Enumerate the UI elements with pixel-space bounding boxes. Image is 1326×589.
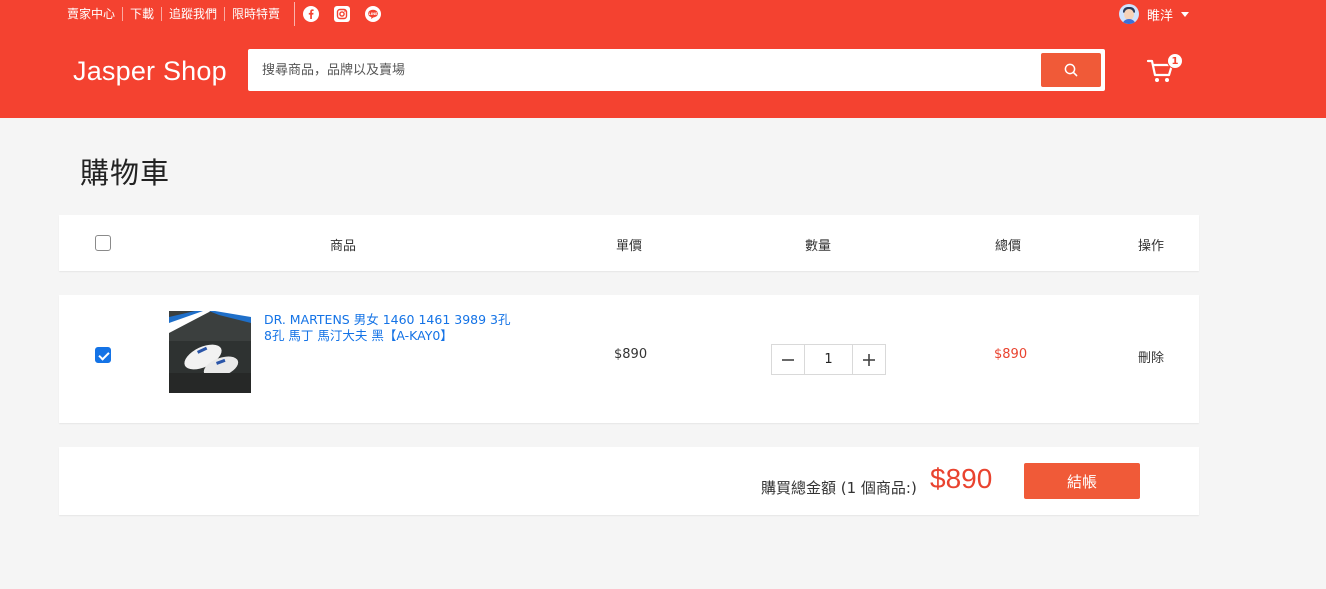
site-logo[interactable]: Jasper Shop bbox=[73, 56, 227, 87]
product-name-link[interactable]: DR. MARTENS 男女 1460 1461 3989 3孔 8孔 馬丁 馬… bbox=[264, 312, 519, 344]
flash-sale-link[interactable]: 限時特賣 bbox=[225, 7, 294, 21]
delete-item-button[interactable]: 刪除 bbox=[1138, 347, 1164, 366]
header-product: 商品 bbox=[330, 239, 357, 254]
increase-quantity-button[interactable] bbox=[853, 345, 885, 374]
total-amount: $890 bbox=[930, 463, 993, 494]
item-unit-price: $890 bbox=[614, 347, 648, 362]
header-quantity: 數量 bbox=[805, 239, 832, 254]
caret-down-icon bbox=[1181, 11, 1190, 17]
page-title: 購物車 bbox=[80, 156, 171, 190]
quantity-stepper: 1 bbox=[771, 344, 886, 375]
header-action: 操作 bbox=[1138, 239, 1165, 254]
search-button[interactable] bbox=[1041, 53, 1101, 87]
minus-icon bbox=[782, 358, 794, 361]
total-amount-label: 購買總金額 (1 個商品:) bbox=[761, 479, 917, 497]
facebook-icon[interactable] bbox=[303, 6, 320, 22]
checkout-button[interactable]: 結帳 bbox=[1024, 463, 1140, 499]
user-menu[interactable]: 睢洋 bbox=[1119, 4, 1190, 24]
username: 睢洋 bbox=[1147, 8, 1174, 24]
cart-table-header: 商品 單價 數量 總價 操作 bbox=[59, 215, 1199, 271]
quantity-value[interactable]: 1 bbox=[804, 345, 853, 374]
header-unit-price: 單價 bbox=[616, 239, 643, 254]
site-header: 賣家中心 下載 追蹤我們 限時特賣 LINE 睢洋 Jasper Shop 搜尋… bbox=[0, 0, 1326, 118]
select-all-checkbox[interactable] bbox=[95, 235, 111, 251]
product-thumbnail[interactable] bbox=[169, 311, 251, 393]
line-icon[interactable]: LINE bbox=[365, 6, 382, 22]
avatar bbox=[1119, 4, 1139, 24]
cart-item-row: DR. MARTENS 男女 1460 1461 3989 3孔 8孔 馬丁 馬… bbox=[59, 295, 1199, 423]
top-nav-divider bbox=[294, 2, 296, 26]
instagram-icon[interactable] bbox=[334, 6, 351, 22]
download-link[interactable]: 下載 bbox=[123, 7, 163, 21]
header-total: 總價 bbox=[995, 239, 1022, 254]
plus-icon bbox=[863, 353, 875, 366]
svg-text:LINE: LINE bbox=[369, 12, 379, 16]
item-select-checkbox[interactable] bbox=[95, 347, 111, 363]
cart-button[interactable]: 1 bbox=[1146, 53, 1186, 88]
search-bar bbox=[248, 49, 1105, 91]
cart-count-badge: 1 bbox=[1167, 53, 1183, 69]
top-nav: 賣家中心 下載 追蹤我們 限時特賣 LINE bbox=[60, 0, 396, 28]
decrease-quantity-button[interactable] bbox=[772, 345, 804, 374]
seller-center-link[interactable]: 賣家中心 bbox=[60, 7, 124, 21]
search-input[interactable] bbox=[250, 52, 1041, 88]
follow-us-link[interactable]: 追蹤我們 bbox=[162, 7, 226, 21]
item-total-price: $890 bbox=[994, 347, 1028, 362]
search-icon bbox=[1064, 63, 1078, 77]
cart-summary: 購買總金額 (1 個商品:) $890 結帳 bbox=[59, 447, 1199, 515]
